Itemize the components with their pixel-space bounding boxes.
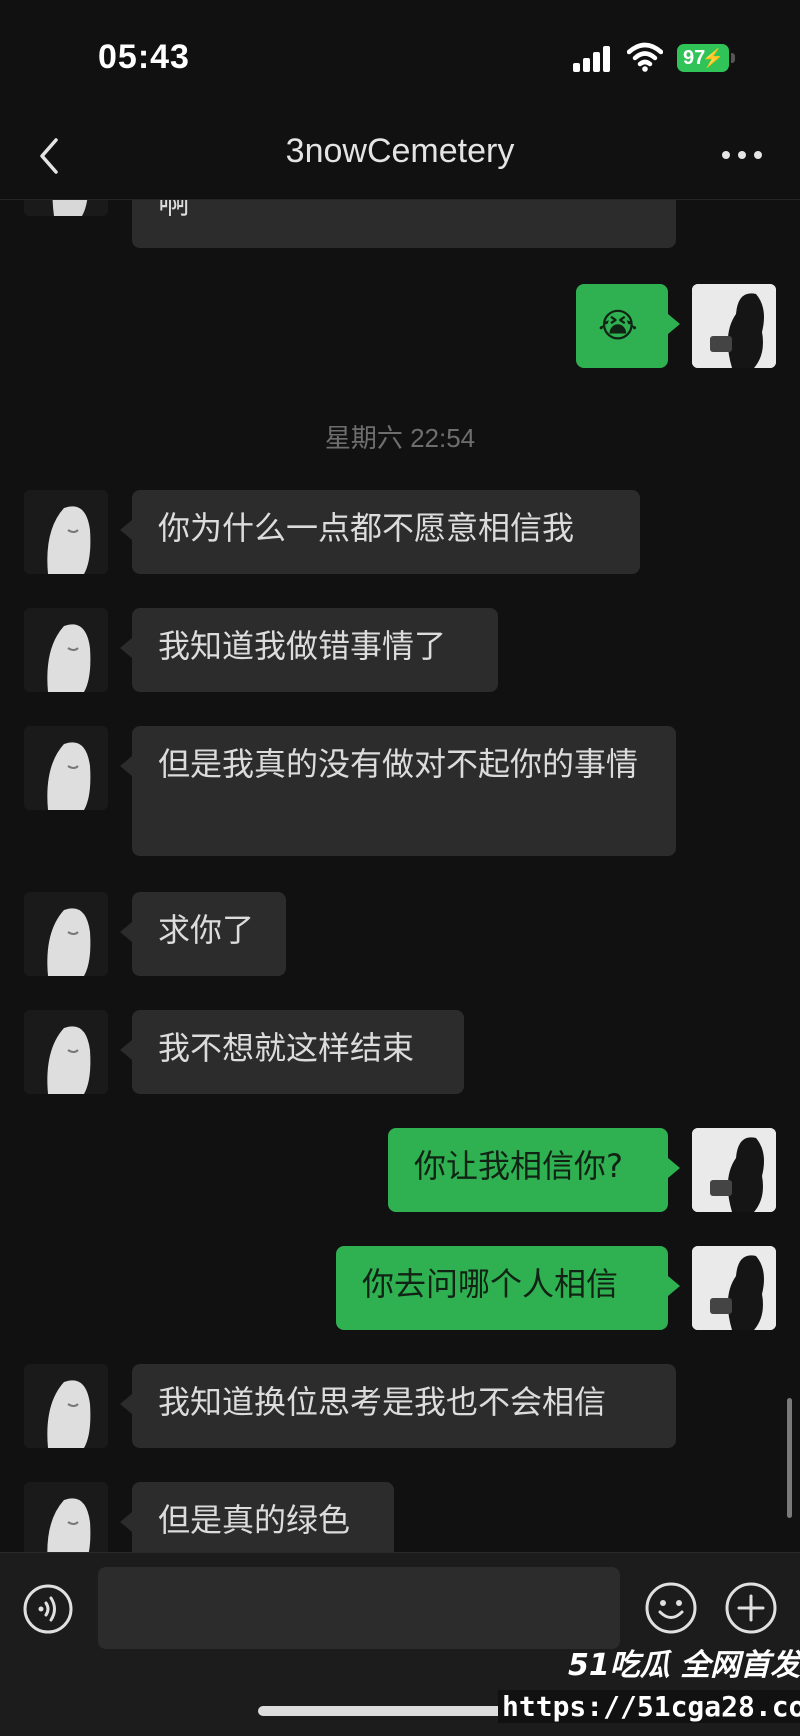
battery-icon: 97 ⚡ xyxy=(677,44,729,72)
scrollbar[interactable] xyxy=(787,1398,792,1518)
watermark-url: https://51cga28.com xyxy=(498,1690,800,1723)
message-bubble-incoming[interactable]: 但是真的绿色 xyxy=(120,1482,394,1552)
message-text: 我不想就这样结束 xyxy=(158,1029,415,1067)
contact-avatar[interactable] xyxy=(24,1010,108,1094)
contact-avatar[interactable] xyxy=(24,490,108,574)
message-text: 我知道我做错事情了 xyxy=(158,627,447,665)
contact-avatar[interactable] xyxy=(24,892,108,976)
message-bubble-incoming[interactable]: 但是我真的没有做对不起你的事情 xyxy=(120,726,676,856)
contact-avatar[interactable] xyxy=(24,200,108,216)
chat-header: 3nowCemetery xyxy=(0,118,800,200)
my-avatar[interactable] xyxy=(692,1128,776,1212)
plus-icon[interactable] xyxy=(724,1581,778,1635)
message-text: 啊 xyxy=(158,200,191,221)
status-bar: 05:43 97 ⚡ xyxy=(0,0,800,118)
message-list[interactable]: 啊 😭 星期六 22:54 你为什么一点都不愿意相信我 我知道我做错事情了 但是… xyxy=(0,200,800,1552)
contact-avatar[interactable] xyxy=(24,726,108,810)
message-timestamp: 星期六 22:54 xyxy=(324,423,476,453)
my-avatar[interactable] xyxy=(692,284,776,368)
message-text: 你去问哪个人相信 xyxy=(362,1265,619,1303)
message-bubble-outgoing[interactable]: 你让我相信你? xyxy=(388,1128,680,1212)
message-bubble-incoming[interactable]: 求你了 xyxy=(120,892,286,976)
message-bubble-outgoing[interactable]: 你去问哪个人相信 xyxy=(336,1246,680,1330)
battery-tip xyxy=(731,53,735,63)
charging-bolt-icon: ⚡ xyxy=(701,48,724,68)
chat-title: 3nowCemetery xyxy=(285,132,515,170)
status-time: 05:43 xyxy=(98,38,190,76)
contact-avatar[interactable] xyxy=(24,608,108,692)
message-text: 但是真的绿色 xyxy=(158,1501,351,1539)
crying-face-icon: 😭 xyxy=(598,306,638,346)
message-bubble-incoming[interactable]: 啊 xyxy=(132,200,676,248)
emoji-icon[interactable] xyxy=(644,1581,698,1635)
wifi-icon xyxy=(627,42,663,72)
message-bubble-incoming[interactable]: 你为什么一点都不愿意相信我 xyxy=(120,490,640,574)
message-text: 求你了 xyxy=(158,911,255,949)
message-text: 你让我相信你? xyxy=(414,1147,623,1185)
message-bubble-incoming[interactable]: 我知道换位思考是我也不会相信 xyxy=(120,1364,676,1448)
my-avatar[interactable] xyxy=(692,1246,776,1330)
voice-icon[interactable] xyxy=(22,1583,74,1635)
message-text: 我知道换位思考是我也不会相信 xyxy=(158,1383,607,1421)
contact-avatar[interactable] xyxy=(24,1482,108,1552)
watermark-brand: 51吃瓜 全网首发 xyxy=(568,1648,800,1683)
contact-avatar[interactable] xyxy=(24,1364,108,1448)
message-bubble-incoming[interactable]: 我不想就这样结束 xyxy=(120,1010,464,1094)
message-text: 你为什么一点都不愿意相信我 xyxy=(158,509,575,547)
message-text: 但是我真的没有做对不起你的事情 xyxy=(158,745,639,783)
signal-icon xyxy=(573,44,613,72)
message-bubble-outgoing[interactable]: 😭 xyxy=(576,284,680,368)
more-icon[interactable] xyxy=(720,140,764,170)
message-bubble-incoming[interactable]: 我知道我做错事情了 xyxy=(120,608,498,692)
message-input[interactable] xyxy=(98,1567,620,1649)
